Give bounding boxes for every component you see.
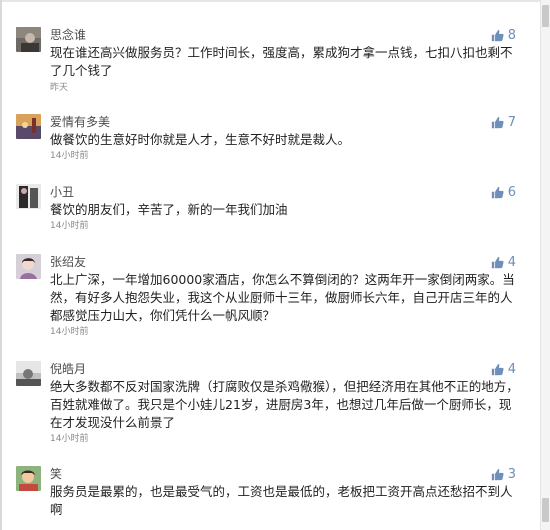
comment-time: 14小时前 bbox=[50, 151, 89, 161]
scrollbar[interactable] bbox=[540, 0, 550, 530]
comment-item: 倪皓月 4 绝大多数都不反对国家洗牌（打腐败仅是杀鸡儆猴），但把经济用在其他不正… bbox=[13, 361, 528, 451]
thumbs-up-icon bbox=[491, 186, 504, 199]
comment-time: 14小时前 bbox=[50, 221, 89, 231]
like-count: 8 bbox=[507, 27, 516, 43]
comment-text: 绝大多数都不反对国家洗牌（打腐败仅是杀鸡儆猴），但把经济用在其他不正的地方，百姓… bbox=[50, 379, 519, 430]
comment-item: 张绍友 4 北上广深，一年增加60000家酒店，你怎么不算倒闭的？这两年开一家倒… bbox=[13, 254, 528, 344]
avatar[interactable] bbox=[16, 27, 41, 52]
thumbs-up-icon bbox=[491, 468, 504, 481]
avatar-image bbox=[16, 114, 41, 139]
avatar[interactable] bbox=[16, 361, 41, 386]
like-button[interactable]: 4 bbox=[491, 361, 516, 377]
thumbs-up-icon bbox=[491, 363, 504, 376]
comment-item: 小丑 6 餐饮的朋友们，辛苦了，新的一年我们加油 14小时前 bbox=[13, 184, 528, 234]
scrollbar-thumb-bottom[interactable] bbox=[542, 498, 549, 522]
comment-text: 做餐饮的生意好时你就是人才，生意不好时就是裁人。 bbox=[50, 132, 351, 147]
username[interactable]: 小丑 bbox=[50, 184, 74, 200]
avatar-image bbox=[16, 184, 41, 209]
like-count: 6 bbox=[507, 184, 516, 200]
comment-time: 14小时前 bbox=[50, 434, 89, 444]
comment-time: 昨天 bbox=[50, 83, 69, 93]
like-button[interactable]: 7 bbox=[491, 114, 516, 130]
avatar[interactable] bbox=[16, 254, 41, 279]
comment-item: 思念谁 8 现在谁还高兴做服务员？工作时间长，强度高，累成狗才拿一点钱，七扣八扣… bbox=[13, 27, 528, 97]
avatar-image bbox=[16, 254, 41, 279]
username[interactable]: 爱情有多美 bbox=[50, 114, 110, 130]
like-count: 4 bbox=[507, 361, 516, 377]
username[interactable]: 笑 bbox=[50, 466, 62, 482]
like-button[interactable]: 3 bbox=[491, 466, 516, 482]
comment-text: 北上广深，一年增加60000家酒店，你怎么不算倒闭的？这两年开一家倒闭两家。当然… bbox=[50, 272, 515, 323]
thumbs-up-icon bbox=[491, 29, 504, 42]
thumbs-up-icon bbox=[491, 256, 504, 269]
scrollbar-thumb[interactable] bbox=[542, 5, 549, 27]
like-button[interactable]: 8 bbox=[491, 27, 516, 43]
comment-text: 服务员是最累的，也是最受气的，工资也是最低的，老板把工资开高点还愁招不到人啊 bbox=[50, 484, 513, 517]
avatar[interactable] bbox=[16, 114, 41, 139]
avatar-image bbox=[16, 466, 41, 491]
comment-item: 爱情有多美 7 做餐饮的生意好时你就是人才，生意不好时就是裁人。 14小时前 bbox=[13, 114, 528, 164]
comment-item: 笑 3 服务员是最累的，也是最受气的，工资也是最低的，老板把工资开高点还愁招不到… bbox=[13, 466, 528, 526]
avatar-image bbox=[16, 361, 41, 386]
like-button[interactable]: 4 bbox=[491, 254, 516, 270]
comment-time: 14小时前 bbox=[50, 327, 89, 337]
like-count: 4 bbox=[507, 254, 516, 270]
comment-text: 现在谁还高兴做服务员？工作时间长，强度高，累成狗才拿一点钱，七扣八扣也剩不了几个… bbox=[50, 45, 513, 78]
comment-text: 餐饮的朋友们，辛苦了，新的一年我们加油 bbox=[50, 202, 288, 217]
window-top-border bbox=[0, 0, 550, 2]
avatar[interactable] bbox=[16, 466, 41, 491]
username[interactable]: 思念谁 bbox=[50, 27, 86, 43]
avatar-image bbox=[16, 27, 41, 52]
like-count: 3 bbox=[507, 466, 516, 482]
thumbs-up-icon bbox=[491, 116, 504, 129]
like-count: 7 bbox=[507, 114, 516, 130]
username[interactable]: 张绍友 bbox=[50, 254, 86, 270]
username[interactable]: 倪皓月 bbox=[50, 361, 86, 377]
avatar[interactable] bbox=[16, 184, 41, 209]
like-button[interactable]: 6 bbox=[491, 184, 516, 200]
window-left-border bbox=[0, 0, 2, 530]
